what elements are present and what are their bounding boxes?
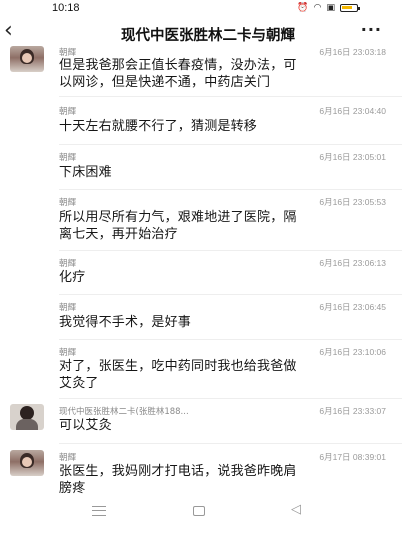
chat-header: ‹ 现代中医张胜林二卡与朝輝 ··· xyxy=(0,18,416,46)
message-text-line: 可以艾灸 xyxy=(59,418,112,433)
status-icons: ⏰ ◠ ▣ xyxy=(297,3,360,13)
message-text[interactable]: 可以艾灸 xyxy=(59,417,389,434)
status-bar: 10:18 ⏰ ◠ ▣ xyxy=(0,0,416,18)
message-text-line: 化疗 xyxy=(59,270,86,285)
sender-name: 朝輝 xyxy=(59,453,77,463)
status-time: 10:18 xyxy=(52,2,80,14)
message-text[interactable]: 张医生，我妈刚才打电话，说我爸昨晚肩 膀疼 xyxy=(59,463,389,497)
system-nav-bar: ◁ xyxy=(0,500,416,542)
message-text-line: 张医生，我妈刚才打电话，说我爸昨晚肩 xyxy=(59,464,297,479)
message-time: 6月16日 23:05:53 xyxy=(319,197,386,207)
message-text-line: 我觉得不手术，是好事 xyxy=(59,315,192,330)
message-time: 6月16日 23:06:45 xyxy=(319,302,386,312)
message-text[interactable]: 但是我爸那会正值长春疫情，没办法，可 以网诊，但是快递不通，中药店关门 xyxy=(59,57,389,91)
alarm-icon: ⏰ xyxy=(297,3,309,13)
sim-icon: ▣ xyxy=(326,3,335,13)
message-text-line: 十天左右就腰不行了，猜测是转移 xyxy=(59,119,258,134)
sender-name: 朝輝 xyxy=(59,259,77,269)
message-text-line: 对了，张医生，吃中药同时我也给我爸做 xyxy=(59,359,297,374)
woman-avatar[interactable] xyxy=(10,46,44,72)
battery-icon xyxy=(340,4,360,12)
message-text-line: 膀疼 xyxy=(59,481,86,496)
message-divider xyxy=(59,96,402,97)
menu-icon[interactable] xyxy=(92,506,106,516)
message-text[interactable]: 十天左右就腰不行了，猜测是转移 xyxy=(59,118,389,135)
message-text-line: 以网诊，但是快递不通，中药店关门 xyxy=(59,75,271,90)
sender-name: 现代中医张胜林二卡(张胜林188... xyxy=(59,407,189,417)
more-icon[interactable]: ··· xyxy=(361,20,382,39)
message-time: 6月16日 23:10:06 xyxy=(319,347,386,357)
message-time: 6月16日 23:04:40 xyxy=(319,106,386,116)
message-time: 6月16日 23:05:01 xyxy=(319,152,386,162)
sender-name: 朝輝 xyxy=(59,198,77,208)
message-divider xyxy=(59,189,402,190)
message-text-line: 但是我爸那会正值长春疫情，没办法，可 xyxy=(59,58,297,73)
doctor-avatar[interactable] xyxy=(10,404,44,430)
woman-avatar[interactable] xyxy=(10,450,44,476)
sender-name: 朝輝 xyxy=(59,348,77,358)
message-text[interactable]: 对了，张医生，吃中药同时我也给我爸做 艾灸了 xyxy=(59,358,389,392)
back-triangle-icon[interactable]: ◁ xyxy=(291,503,301,517)
message-time: 6月16日 23:33:07 xyxy=(319,406,386,416)
sender-name: 朝輝 xyxy=(59,303,77,313)
wifi-icon: ◠ xyxy=(313,3,322,13)
message-divider xyxy=(59,144,402,145)
message-divider xyxy=(59,398,402,399)
message-divider xyxy=(59,339,402,340)
sender-name: 朝輝 xyxy=(59,107,77,117)
sender-name: 朝輝 xyxy=(59,153,77,163)
message-divider xyxy=(59,250,402,251)
message-text[interactable]: 所以用尽所有力气，艰难地进了医院，隔 离七天，再开始治疗 xyxy=(59,209,389,243)
message-time: 6月16日 23:06:13 xyxy=(319,258,386,268)
page-title: 现代中医张胜林二卡与朝輝 xyxy=(121,28,295,44)
message-divider xyxy=(59,443,402,444)
message-text[interactable]: 化疗 xyxy=(59,269,389,286)
message-text-line: 所以用尽所有力气，艰难地进了医院，隔 xyxy=(59,210,297,225)
home-icon[interactable] xyxy=(193,506,205,516)
message-text[interactable]: 我觉得不手术，是好事 xyxy=(59,314,389,331)
message-text[interactable]: 下床困难 xyxy=(59,164,389,181)
message-text-line: 下床困难 xyxy=(59,165,112,180)
message-time: 6月17日 08:39:01 xyxy=(319,452,386,462)
message-divider xyxy=(59,294,402,295)
message-text-line: 离七天，再开始治疗 xyxy=(59,227,178,242)
message-text-line: 艾灸了 xyxy=(59,376,99,391)
